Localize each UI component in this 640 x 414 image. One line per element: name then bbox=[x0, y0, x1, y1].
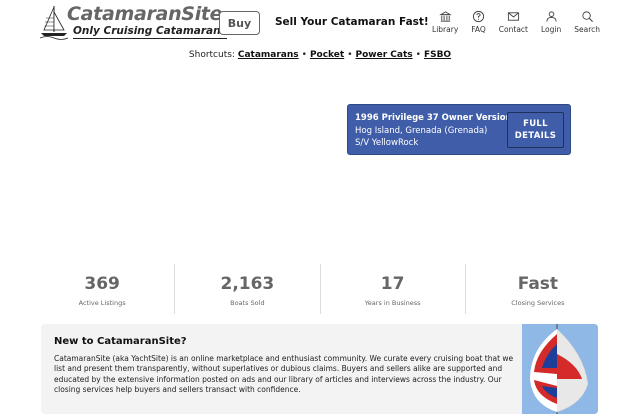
help-circle-icon bbox=[472, 10, 485, 23]
mail-icon bbox=[507, 12, 519, 21]
featured-vessel-name: S/V YellowRock bbox=[355, 138, 419, 148]
stat-label: Closing Services bbox=[511, 299, 565, 307]
intro-heading: New to CatamaranSite? bbox=[54, 336, 187, 347]
nav-faq[interactable]: FAQ bbox=[471, 10, 486, 34]
nav-search-label: Search bbox=[574, 25, 600, 34]
nav-library[interactable]: Library bbox=[432, 10, 458, 34]
nav-library-label: Library bbox=[432, 25, 459, 34]
stat-label: Boats Sold bbox=[230, 299, 265, 307]
search-icon bbox=[582, 11, 593, 23]
spinnaker-sail-image bbox=[522, 324, 598, 414]
nav-contact[interactable]: Contact bbox=[499, 10, 528, 34]
stats-bar: 369 Active Listings 2,163 Boats Sold 17 … bbox=[30, 264, 610, 314]
brand-subtitle: Only Cruising Catamarans bbox=[73, 25, 227, 39]
stat-years-in-business: 17 Years in Business bbox=[321, 264, 466, 314]
library-icon bbox=[438, 11, 452, 22]
stat-label: Years in Business bbox=[364, 299, 421, 307]
main-nav: Library FAQ Contact Login Search bbox=[419, 10, 600, 34]
shortcut-separator: • bbox=[301, 50, 307, 60]
stat-value: 369 bbox=[84, 274, 120, 294]
stat-active-listings: 369 Active Listings bbox=[30, 264, 176, 314]
shortcuts-bar: Shortcuts: Catamarans • Pocket • Power Cats •… bbox=[0, 50, 640, 60]
full-details-line2: DETAILS bbox=[514, 131, 557, 141]
stat-value: 2,163 bbox=[220, 274, 275, 294]
full-details-line1: FULL bbox=[523, 119, 548, 129]
user-icon bbox=[545, 11, 557, 22]
shortcut-fsbo[interactable]: FSBO bbox=[424, 50, 451, 60]
nav-search[interactable]: Search bbox=[574, 10, 600, 34]
shortcut-catamarans[interactable]: Catamarans bbox=[238, 50, 299, 60]
stat-closing-services: Fast Closing Services bbox=[466, 264, 610, 314]
full-details-button[interactable]: FULL DETAILS bbox=[507, 112, 564, 148]
shortcuts-prefix: Shortcuts: bbox=[188, 50, 235, 60]
catamaran-logo-icon bbox=[40, 6, 69, 40]
stat-value: Fast bbox=[517, 274, 559, 294]
shortcut-power-cats[interactable]: Power Cats bbox=[356, 50, 413, 60]
shortcut-separator: • bbox=[347, 50, 353, 60]
shortcut-separator: • bbox=[415, 50, 421, 60]
nav-faq-label: FAQ bbox=[471, 25, 486, 34]
stat-value: 17 bbox=[380, 274, 405, 294]
nav-login-label: Login bbox=[540, 25, 562, 34]
site-header: CatamaranSite Only Cruising Catamarans B… bbox=[0, 0, 640, 44]
stat-boats-sold: 2,163 Boats Sold bbox=[175, 264, 321, 314]
featured-listing-card[interactable]: 1996 Privilege 37 Owner Version Hog Isla… bbox=[347, 104, 571, 155]
brand-title: CatamaranSite bbox=[67, 3, 223, 25]
intro-section: New to CatamaranSite? CatamaranSite (aka… bbox=[41, 324, 598, 414]
featured-title: 1996 Privilege 37 Owner Version bbox=[355, 113, 512, 123]
sell-link[interactable]: Sell Your Catamaran Fast! bbox=[275, 16, 429, 28]
spinnaker-sail-icon bbox=[522, 324, 598, 414]
shortcut-pocket[interactable]: Pocket bbox=[310, 50, 344, 60]
buy-button[interactable]: Buy bbox=[219, 11, 260, 35]
featured-location: Hog Island, Grenada (Grenada) bbox=[355, 126, 488, 136]
nav-contact-label: Contact bbox=[498, 25, 528, 34]
intro-body: CatamaranSite (aka YachtSite) is an onli… bbox=[54, 354, 514, 394]
stat-label: Active Listings bbox=[78, 299, 126, 307]
site-logo[interactable]: CatamaranSite Only Cruising Catamarans bbox=[40, 3, 227, 40]
nav-login[interactable]: Login bbox=[541, 10, 561, 34]
